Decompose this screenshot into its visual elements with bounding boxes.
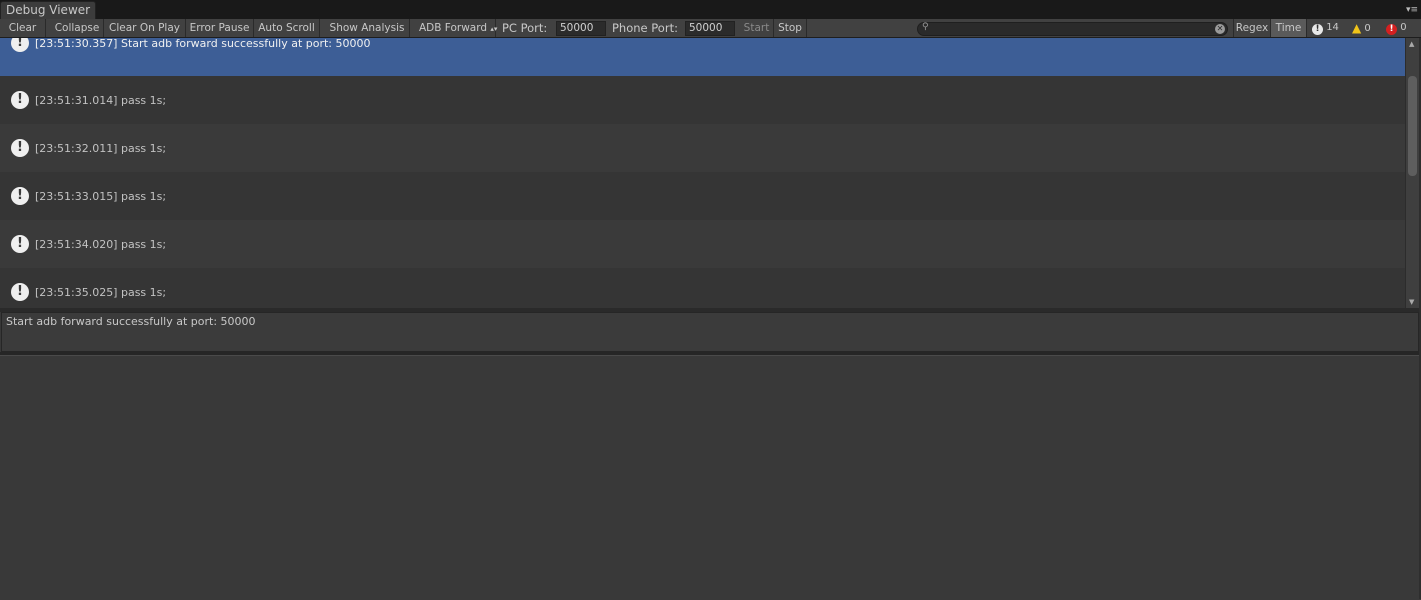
start-button[interactable]: Start — [740, 19, 774, 37]
log-row[interactable]: ! [23:51:34.020] pass 1s; — [0, 220, 1405, 268]
clear-on-play-toggle[interactable]: Clear On Play — [104, 19, 186, 37]
window-menu-icon[interactable]: ▾≡ — [1406, 5, 1418, 15]
info-icon: ! — [11, 91, 29, 109]
log-text: [23:51:34.020] pass 1s; — [35, 238, 167, 251]
show-analysis-toggle[interactable]: Show Analysis — [325, 19, 410, 37]
dropdown-arrows-icon: ▴▾ — [490, 25, 498, 33]
error-pause-toggle[interactable]: Error Pause — [186, 19, 254, 37]
log-list[interactable]: ! [23:51:30.357] Start adb forward succe… — [0, 38, 1405, 308]
scroll-thumb[interactable] — [1408, 76, 1417, 176]
log-scrollbar[interactable]: ▲ ▼ — [1405, 38, 1420, 308]
log-row[interactable]: ! [23:51:31.014] pass 1s; — [0, 76, 1405, 124]
toolbar: Clear Collapse Clear On Play Error Pause… — [0, 19, 1421, 38]
search-input[interactable]: ⚲ ✕ — [917, 22, 1228, 36]
warning-icon: ▲ — [1352, 21, 1362, 35]
search-icon: ⚲ — [922, 22, 929, 32]
search-clear-icon[interactable]: ✕ — [1215, 24, 1225, 34]
time-toggle[interactable]: Time — [1271, 19, 1307, 37]
error-icon: ! — [1386, 24, 1397, 35]
tab-strip: Debug Viewer ▾≡ — [0, 0, 1421, 19]
warning-count-toggle[interactable]: ▲ 0 — [1352, 19, 1371, 37]
phone-port-input[interactable]: 50000 — [685, 21, 735, 36]
log-text: [23:51:35.025] pass 1s; — [35, 286, 167, 299]
info-icon: ! — [11, 235, 29, 253]
stop-button[interactable]: Stop — [774, 19, 807, 37]
scroll-down-icon[interactable]: ▼ — [1409, 298, 1414, 306]
phone-port-label: Phone Port: — [612, 21, 678, 35]
clear-button[interactable]: Clear — [0, 19, 46, 37]
log-text: [23:51:33.015] pass 1s; — [35, 190, 167, 203]
log-detail-pane: Start adb forward successfully at port: … — [1, 312, 1419, 352]
info-icon: ! — [11, 187, 29, 205]
log-row[interactable]: ! [23:51:35.025] pass 1s; — [0, 268, 1405, 308]
info-count: 14 — [1326, 22, 1339, 33]
info-icon: ! — [11, 38, 29, 52]
log-row[interactable]: ! [23:51:33.015] pass 1s; — [0, 172, 1405, 220]
error-count: 0 — [1400, 22, 1407, 33]
warning-count: 0 — [1364, 23, 1371, 34]
info-count-toggle[interactable]: ! 14 — [1312, 19, 1339, 37]
pc-port-label: PC Port: — [502, 21, 548, 35]
pc-port-input[interactable]: 50000 — [556, 21, 606, 36]
collapse-toggle[interactable]: Collapse — [51, 19, 104, 37]
regex-toggle[interactable]: Regex — [1233, 19, 1271, 37]
tab-debug-viewer[interactable]: Debug Viewer — [0, 1, 96, 19]
adb-forward-label: ADB Forward — [419, 22, 488, 34]
log-text: [23:51:32.011] pass 1s; — [35, 142, 167, 155]
auto-scroll-toggle[interactable]: Auto Scroll — [254, 19, 320, 37]
adb-forward-dropdown[interactable]: ADB Forward ▴▾ — [415, 19, 498, 37]
log-row[interactable]: ! [23:51:30.357] Start adb forward succe… — [0, 38, 1405, 76]
analysis-pane — [0, 355, 1421, 600]
scroll-up-icon[interactable]: ▲ — [1409, 40, 1414, 48]
log-text: [23:51:31.014] pass 1s; — [35, 94, 167, 107]
log-text: [23:51:30.357] Start adb forward success… — [35, 38, 371, 50]
log-row[interactable]: ! [23:51:32.011] pass 1s; — [0, 124, 1405, 172]
info-icon: ! — [11, 283, 29, 301]
info-icon: ! — [1312, 24, 1323, 35]
error-count-toggle[interactable]: ! 0 — [1386, 19, 1407, 37]
info-icon: ! — [11, 139, 29, 157]
log-detail-text: Start adb forward successfully at port: … — [6, 315, 256, 328]
